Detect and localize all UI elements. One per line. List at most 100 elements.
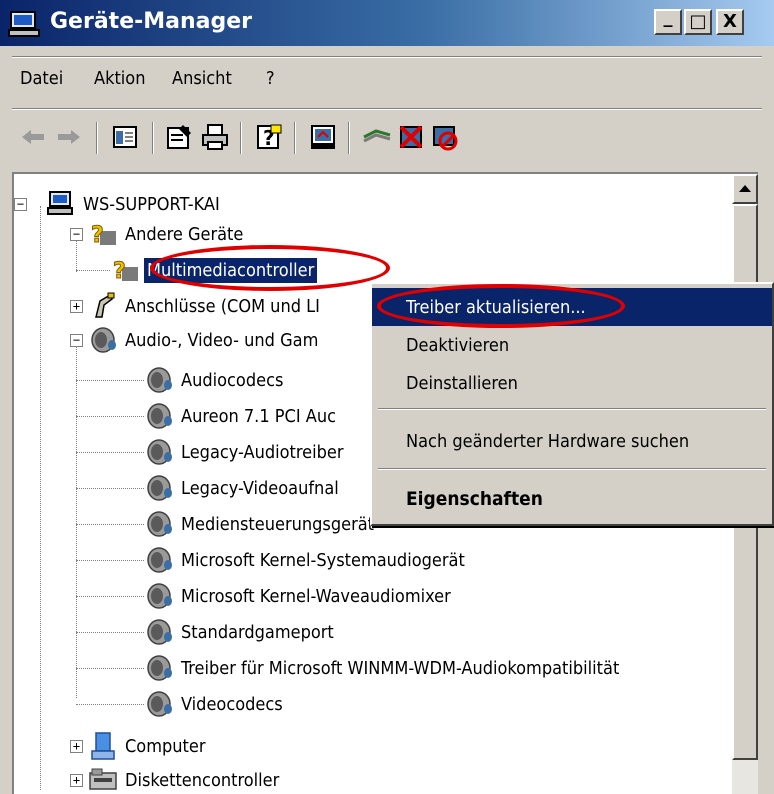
- scan-hardware-button[interactable]: [306, 120, 340, 154]
- maximize-button[interactable]: □: [684, 9, 712, 35]
- scan-hardware-label: Nach geänderter Hardware suchen: [406, 430, 690, 452]
- console-tree-button[interactable]: [108, 120, 142, 154]
- tree-guide-line: [76, 380, 144, 381]
- tree-item-audio-device[interactable]: Audiocodecs: [144, 362, 286, 398]
- back-arrow-icon: [22, 130, 44, 144]
- update-driver-button[interactable]: [360, 120, 394, 154]
- close-button[interactable]: X: [716, 9, 744, 35]
- disk-controller-label: Diskettencontroller: [125, 769, 280, 791]
- tree-item-audio-device[interactable]: Treiber für Microsoft WINMM-WDM-Audiokom…: [144, 650, 622, 686]
- root-expander[interactable]: −: [14, 198, 27, 211]
- properties-button[interactable]: [162, 120, 196, 154]
- tree-guide-line: [76, 342, 77, 698]
- tree-guide-line: [76, 560, 144, 561]
- menu-item-uninstall[interactable]: Deinstallieren: [372, 364, 772, 402]
- audio-device-label: Mediensteuerungsgerät: [181, 513, 375, 535]
- disable-label: Deaktivieren: [406, 334, 510, 356]
- tree-item-other-devices[interactable]: ? Andere Geräte: [88, 216, 246, 252]
- svg-text:?: ?: [91, 223, 104, 248]
- print-button[interactable]: [198, 120, 232, 154]
- speaker-icon: [144, 437, 174, 467]
- multimedia-controller-label: Multimediacontroller: [144, 257, 318, 283]
- tree-item-audio-device[interactable]: Aureon 7.1 PCI Auc: [144, 398, 339, 434]
- tree-item-disk-controller[interactable]: Diskettencontroller: [88, 762, 282, 794]
- ports-expander[interactable]: +: [70, 300, 83, 313]
- forward-button[interactable]: [52, 120, 86, 154]
- device-manager-icon: [8, 10, 42, 42]
- help-button[interactable]: ?: [252, 120, 286, 154]
- port-connector-icon: [88, 291, 118, 321]
- tree-item-audio-device[interactable]: Legacy-Videoaufnal: [144, 470, 342, 506]
- menu-item-disable[interactable]: Deaktivieren: [372, 326, 772, 364]
- properties-label: Eigenschaften: [406, 488, 543, 510]
- print-icon: [202, 124, 228, 150]
- tree-guide-line: [76, 416, 144, 417]
- uninstall-button[interactable]: [394, 120, 428, 154]
- ports-label: Anschlüsse (COM und LI: [125, 295, 320, 317]
- tree-item-audio-device[interactable]: Videocodecs: [144, 686, 286, 722]
- audio-device-label: Videocodecs: [181, 693, 283, 715]
- scan-hardware-icon: [311, 125, 335, 149]
- help-icon: ?: [257, 124, 282, 150]
- disk-controller-expander[interactable]: +: [70, 774, 83, 787]
- speaker-icon: [144, 581, 174, 611]
- audio-device-label: Aureon 7.1 PCI Auc: [181, 405, 336, 427]
- tree-item-multimedia-controller[interactable]: ? Multimediacontroller: [110, 252, 318, 288]
- minimize-icon: _: [663, 7, 673, 28]
- tree-item-audio-device[interactable]: Legacy-Audiotreiber: [144, 434, 347, 470]
- scroll-up-icon: [739, 185, 751, 192]
- maximize-icon: □: [689, 11, 707, 32]
- tree-guide-line: [76, 596, 144, 597]
- scroll-up-button[interactable]: [732, 174, 758, 204]
- toolbar-top-divider: [12, 108, 762, 110]
- computer-icon: [88, 731, 118, 761]
- speaker-icon: [144, 473, 174, 503]
- disable-icon: [433, 126, 458, 151]
- tree-item-ports[interactable]: Anschlüsse (COM und LI: [88, 288, 323, 324]
- tree-item-computer[interactable]: Computer: [88, 728, 209, 764]
- toolbar: ?: [0, 118, 774, 158]
- menu-item-properties[interactable]: Eigenschaften: [372, 480, 772, 518]
- tree-guide-line: [76, 488, 144, 489]
- forward-arrow-icon: [58, 130, 80, 144]
- tree-guide-line: [76, 452, 144, 453]
- back-button[interactable]: [16, 120, 50, 154]
- minimize-button[interactable]: _: [654, 9, 682, 35]
- computer-expander[interactable]: +: [70, 740, 83, 753]
- context-menu: Treiber aktualisieren... Deaktivieren De…: [370, 282, 774, 526]
- menu-aktion[interactable]: Aktion: [94, 68, 145, 89]
- svg-text:?: ?: [113, 259, 126, 284]
- menu-datei[interactable]: Datei: [20, 68, 63, 89]
- tree-guide-line: [40, 206, 41, 790]
- device-manager-window: Geräte-Manager _ □ X Datei Aktion Ansich…: [0, 0, 774, 794]
- menu-ansicht[interactable]: Ansicht: [172, 68, 232, 89]
- menu-item-scan-hardware[interactable]: Nach geänderter Hardware suchen: [372, 422, 772, 460]
- close-icon: X: [723, 11, 737, 32]
- title-bar[interactable]: Geräte-Manager _ □ X: [0, 0, 774, 46]
- menubar-top-divider: [12, 56, 762, 58]
- menu-item-update-driver[interactable]: Treiber aktualisieren...: [372, 288, 772, 326]
- tree-item-audio-device[interactable]: Mediensteuerungsgerät: [144, 506, 377, 542]
- speaker-icon: [144, 365, 174, 395]
- tree-item-audio-device[interactable]: Microsoft Kernel-Waveaudiomixer: [144, 578, 454, 614]
- toolbar-separator: [294, 122, 296, 154]
- tree-item-audio-video-games[interactable]: Audio-, Video- und Gam: [88, 322, 321, 358]
- tree-guide-line: [76, 270, 110, 271]
- update-driver-label: Treiber aktualisieren...: [406, 296, 586, 318]
- tree-item-audio-device[interactable]: Standardgameport: [144, 614, 337, 650]
- tree-guide-line: [76, 668, 144, 669]
- other-devices-expander[interactable]: −: [70, 228, 83, 241]
- speaker-icon: [144, 617, 174, 647]
- speaker-icon: [144, 401, 174, 431]
- unknown-device-icon: ?: [110, 255, 140, 285]
- disable-button[interactable]: [428, 120, 462, 154]
- audio-device-label: Legacy-Audiotreiber: [181, 441, 344, 463]
- speaker-icon: [144, 545, 174, 575]
- audio-device-label: Treiber für Microsoft WINMM-WDM-Audiokom…: [181, 657, 620, 679]
- menu-help[interactable]: ?: [266, 68, 275, 89]
- tree-item-audio-device[interactable]: Microsoft Kernel-Systemaudiogerät: [144, 542, 468, 578]
- properties-icon: [167, 125, 191, 149]
- audio-video-expander[interactable]: −: [70, 334, 83, 347]
- computer-icon: [46, 189, 76, 219]
- toolbar-separator: [152, 122, 154, 154]
